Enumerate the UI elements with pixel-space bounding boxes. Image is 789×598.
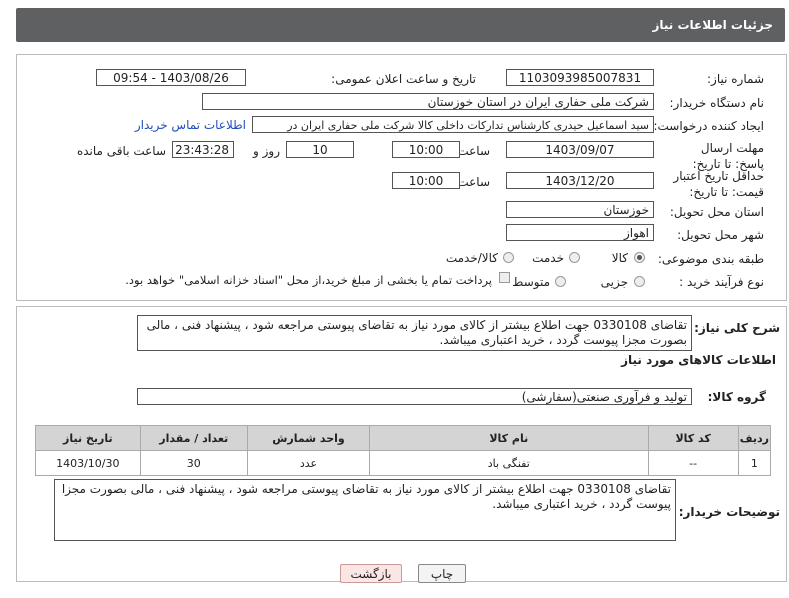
- need-number-label: شماره نیاز:: [707, 72, 764, 86]
- validity-time-label: ساعت: [457, 175, 490, 189]
- table-row[interactable]: 1 -- تفنگی باد عدد 30 1403/10/30: [35, 450, 772, 476]
- cell-qty: 30: [139, 450, 248, 476]
- cell-code: --: [647, 450, 739, 476]
- category-goods-label: کالا: [611, 251, 628, 265]
- cell-unit: عدد: [246, 450, 371, 476]
- cell-row: 1: [737, 450, 772, 476]
- purchase-type-label: نوع فرآیند خرید :: [679, 275, 764, 289]
- goods-section-title: اطلاعات کالاهای مورد نیاز: [621, 353, 776, 367]
- city-field[interactable]: اهواز: [506, 224, 654, 241]
- category-service-radio[interactable]: [569, 252, 580, 263]
- need-number-field[interactable]: 1103093985007831: [506, 69, 654, 86]
- contact-info-link[interactable]: اطلاعات تماس خریدار: [135, 118, 246, 132]
- purchase-medium-label: متوسط: [512, 275, 550, 289]
- need-details-panel: شماره نیاز: 1103093985007831 تاریخ و ساع…: [16, 54, 787, 301]
- col-name: نام کالا: [369, 425, 649, 451]
- col-code: کد کالا: [647, 425, 739, 451]
- col-row: ردیف: [737, 425, 772, 451]
- summary-label: شرح کلی نیاز:: [694, 321, 780, 335]
- goods-table-header: ردیف کد کالا نام کالا واحد شمارش تعداد /…: [35, 425, 772, 451]
- validity-label: حداقل تاریخ اعتبار قیمت: تا تاریخ:: [673, 169, 764, 199]
- cell-name: تفنگی باد: [369, 450, 649, 476]
- deadline-time-field[interactable]: 10:00: [392, 141, 460, 158]
- summary-textarea[interactable]: تقاضای 0330108 جهت اطلاع بیشتر از کالای …: [137, 315, 692, 351]
- deadline-date-field[interactable]: 1403/09/07: [506, 141, 654, 158]
- print-button[interactable]: چاپ: [418, 564, 466, 583]
- days-field[interactable]: 10: [286, 141, 354, 158]
- page-header: جزئیات اطلاعات نیاز: [16, 8, 785, 42]
- city-label: شهر محل تحویل:: [677, 228, 764, 242]
- validity-date-field[interactable]: 1403/12/20: [506, 172, 654, 189]
- goods-group-field[interactable]: تولید و فرآوری صنعتی(سفارشی): [137, 388, 692, 405]
- col-qty: تعداد / مقدار: [139, 425, 248, 451]
- buyer-field[interactable]: شرکت ملی حفاری ایران در استان خوزستان: [202, 93, 654, 110]
- validity-time-field[interactable]: 10:00: [392, 172, 460, 189]
- purchase-medium-radio[interactable]: [555, 276, 566, 287]
- days-label: روز و: [253, 144, 280, 158]
- announce-label: تاریخ و ساعت اعلان عمومی:: [331, 72, 476, 86]
- cell-date: 1403/10/30: [35, 450, 141, 476]
- purchase-minor-label: جزیی: [600, 275, 628, 289]
- announce-field[interactable]: 1403/08/26 - 09:54: [96, 69, 246, 86]
- category-goods-radio[interactable]: [634, 252, 645, 263]
- col-unit: واحد شمارش: [246, 425, 371, 451]
- province-field[interactable]: خوزستان: [506, 201, 654, 218]
- province-label: استان محل تحویل:: [669, 205, 764, 219]
- remaining-label: ساعت باقی مانده: [76, 144, 166, 158]
- purchase-minor-radio[interactable]: [634, 276, 645, 287]
- deadline-time-label: ساعت: [457, 144, 490, 158]
- back-button[interactable]: بازگشت: [340, 564, 402, 583]
- buyer-notes-textarea[interactable]: تقاضای 0330108 جهت اطلاع بیشتر از کالای …: [54, 479, 676, 541]
- category-both-label: کالا/خدمت: [445, 251, 498, 265]
- treasury-payment-note: پرداخت تمام یا بخشی از مبلغ خرید،از محل …: [125, 273, 492, 287]
- creator-field[interactable]: سید اسماعیل حیدری کارشناس تدارکات داخلی …: [252, 116, 654, 133]
- category-service-label: خدمت: [532, 251, 564, 265]
- page-title: جزئیات اطلاعات نیاز: [652, 18, 773, 32]
- buyer-label: نام دستگاه خریدار:: [669, 96, 765, 110]
- col-date: تاریخ نیاز: [35, 425, 141, 451]
- goods-section: شرح کلی نیاز: تقاضای 0330108 جهت اطلاع ب…: [16, 306, 787, 582]
- treasury-payment-checkbox[interactable]: [499, 272, 510, 283]
- remaining-time-field[interactable]: 23:43:28: [172, 141, 234, 158]
- goods-group-label: گروه کالا:: [707, 390, 766, 404]
- creator-label: ایجاد کننده درخواست:: [653, 119, 764, 133]
- buyer-notes-label: توضیحات خریدار:: [678, 505, 780, 519]
- goods-table: ردیف کد کالا نام کالا واحد شمارش تعداد /…: [35, 425, 772, 476]
- category-both-radio[interactable]: [503, 252, 514, 263]
- category-label: طبقه بندی موضوعی:: [657, 252, 764, 266]
